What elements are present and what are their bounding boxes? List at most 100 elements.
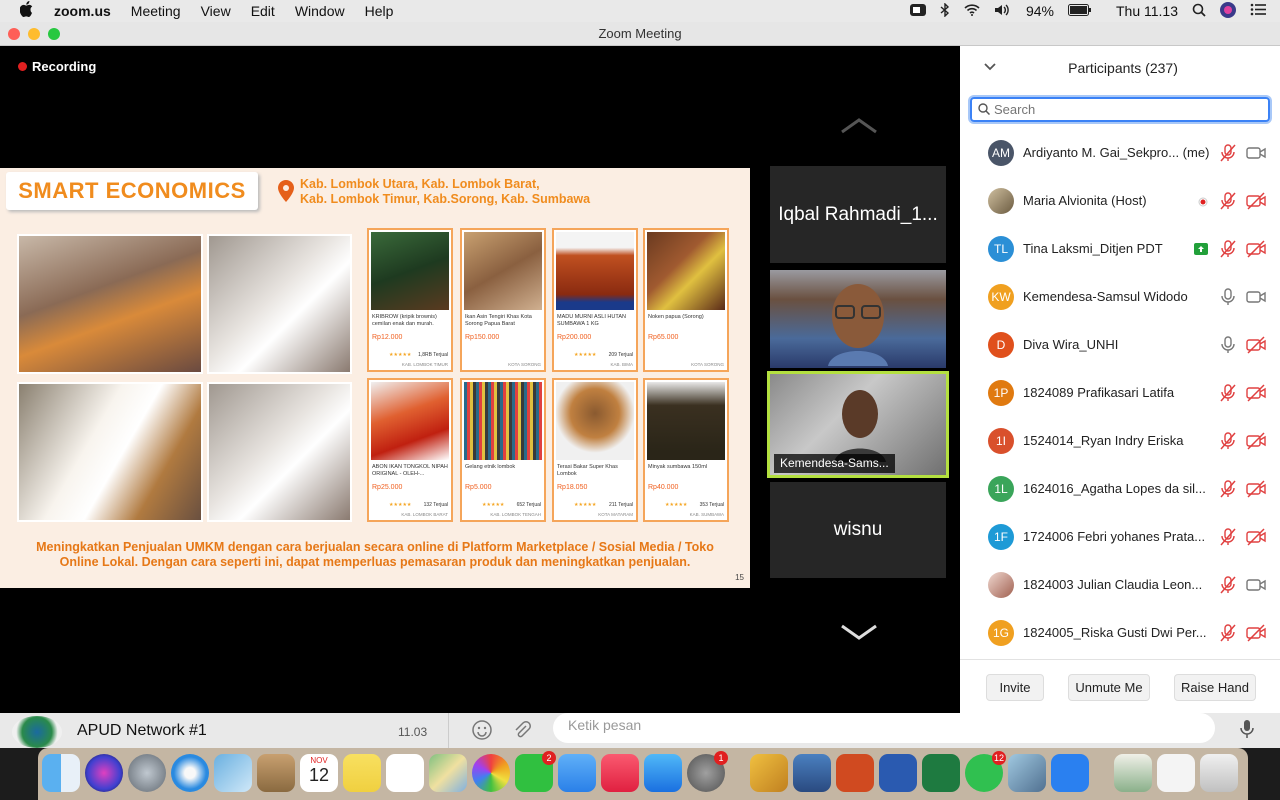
emoji-icon[interactable]: [472, 720, 492, 740]
menu-view[interactable]: View: [201, 3, 231, 19]
camera-off-icon[interactable]: [1246, 528, 1266, 546]
mic-muted-icon[interactable]: [1218, 240, 1238, 258]
scroll-down-arrow-icon[interactable]: [840, 624, 878, 640]
participant-row[interactable]: 1824003 Julian Claudia Leon...: [960, 562, 1280, 610]
participant-row[interactable]: D Diva Wira_UNHI: [960, 322, 1280, 370]
app-menu[interactable]: zoom.us: [54, 3, 111, 19]
battery-icon[interactable]: [1067, 3, 1092, 19]
camera-icon[interactable]: [1246, 576, 1266, 594]
facetime-icon[interactable]: 2: [515, 751, 556, 792]
mic-muted-icon[interactable]: [1218, 144, 1238, 162]
menu-edit[interactable]: Edit: [251, 3, 275, 19]
participant-row[interactable]: KW Kemendesa-Samsul Widodo: [960, 274, 1280, 322]
invite-button[interactable]: Invite: [986, 674, 1044, 701]
product-price: Rp25.000: [372, 484, 403, 491]
camera-off-icon[interactable]: [1246, 384, 1266, 402]
mic-muted-icon[interactable]: [1218, 384, 1238, 402]
messages-icon[interactable]: [558, 754, 596, 792]
maps-icon[interactable]: [429, 754, 467, 792]
mic-muted-icon[interactable]: [1218, 624, 1238, 642]
siri-app-icon[interactable]: [85, 754, 123, 792]
bluetooth-icon[interactable]: [940, 1, 950, 20]
mic-icon[interactable]: [1218, 336, 1238, 354]
preview-icon[interactable]: [1008, 754, 1046, 792]
clock[interactable]: Thu 11.13: [1116, 3, 1178, 19]
scroll-up-arrow-icon[interactable]: [840, 118, 878, 134]
video-tile-iqbal[interactable]: Iqbal Rahmadi_1...: [770, 166, 946, 263]
message-input[interactable]: Ketik pesan: [553, 713, 1215, 743]
downloads-stack-icon[interactable]: [1157, 754, 1195, 792]
product-price: Rp12.000: [372, 334, 403, 341]
participant-row[interactable]: TL Tina Laksmi_Ditjen PDT: [960, 226, 1280, 274]
participant-row[interactable]: 1L 1624016_Agatha Lopes da sil...: [960, 466, 1280, 514]
camera-off-icon[interactable]: [1246, 240, 1266, 258]
voice-message-icon[interactable]: [1240, 719, 1254, 739]
photos-icon[interactable]: [472, 754, 510, 792]
mic-muted-icon[interactable]: [1218, 480, 1238, 498]
screen-tool-icon[interactable]: [793, 754, 831, 792]
safari-icon[interactable]: [171, 754, 209, 792]
camera-icon[interactable]: [1246, 288, 1266, 306]
chat-name[interactable]: APUD Network #1: [77, 722, 207, 740]
music-icon[interactable]: [601, 754, 639, 792]
volume-icon[interactable]: [994, 3, 1012, 20]
participant-row[interactable]: 1P 1824089 Prafikasari Latifa: [960, 370, 1280, 418]
document-thumbnail-icon[interactable]: [1114, 754, 1152, 792]
camera-off-icon[interactable]: [1246, 432, 1266, 450]
mail-icon[interactable]: [214, 754, 252, 792]
contacts-icon[interactable]: [257, 754, 295, 792]
menu-meeting[interactable]: Meeting: [131, 3, 181, 19]
video-tile-camera[interactable]: [770, 270, 946, 368]
app-store-icon[interactable]: [644, 754, 682, 792]
participant-row[interactable]: 1F 1724006 Febri yohanes Prata...: [960, 514, 1280, 562]
participant-row[interactable]: 1I 1524014_Ryan Indry Eriska: [960, 418, 1280, 466]
wifi-icon[interactable]: [964, 3, 980, 19]
calendar-icon[interactable]: NOV 12: [300, 754, 338, 792]
unmute-me-button[interactable]: Unmute Me: [1068, 674, 1150, 701]
notes-icon[interactable]: [343, 754, 381, 792]
menu-help[interactable]: Help: [365, 3, 394, 19]
apple-menu-icon[interactable]: [19, 1, 36, 21]
zoom-window-button[interactable]: [48, 28, 60, 40]
minimize-window-button[interactable]: [28, 28, 40, 40]
participant-row[interactable]: Maria Alvionita (Host): [960, 178, 1280, 226]
menu-window[interactable]: Window: [295, 3, 345, 19]
camera-off-icon[interactable]: [1246, 480, 1266, 498]
video-tile-wisnu[interactable]: wisnu: [770, 482, 946, 578]
system-preferences-icon[interactable]: 1: [687, 751, 728, 792]
close-window-button[interactable]: [8, 28, 20, 40]
zoom-app-icon[interactable]: [1051, 754, 1089, 792]
search-input[interactable]: [994, 99, 1264, 120]
whatsapp-icon[interactable]: 12: [965, 751, 1006, 792]
mic-muted-icon[interactable]: [1218, 576, 1238, 594]
avatar: 1L: [988, 476, 1014, 502]
finder-icon[interactable]: [42, 754, 80, 792]
participant-name: Tina Laksmi_Ditjen PDT: [1023, 241, 1163, 256]
mic-muted-icon[interactable]: [1218, 528, 1238, 546]
video-tile-active-speaker[interactable]: Kemendesa-Sams...: [767, 371, 949, 478]
spotlight-icon[interactable]: [1192, 3, 1206, 20]
notification-center-icon[interactable]: [1250, 3, 1266, 19]
mic-muted-icon[interactable]: [1218, 192, 1238, 210]
attachment-icon[interactable]: [512, 720, 532, 740]
reminders-icon[interactable]: [386, 754, 424, 792]
camera-off-icon[interactable]: [1246, 624, 1266, 642]
word-icon[interactable]: [879, 754, 917, 792]
mic-muted-icon[interactable]: [1218, 432, 1238, 450]
mic-icon[interactable]: [1218, 288, 1238, 306]
camera-icon[interactable]: [1246, 144, 1266, 162]
raise-hand-button[interactable]: Raise Hand: [1174, 674, 1256, 701]
siri-icon[interactable]: [1220, 1, 1236, 21]
excel-icon[interactable]: [922, 754, 960, 792]
camera-off-icon[interactable]: [1246, 192, 1266, 210]
trash-icon[interactable]: [1200, 754, 1238, 792]
zoom-status-icon[interactable]: [909, 3, 926, 20]
participant-actions: Invite Unmute Me Raise Hand: [960, 659, 1280, 713]
participant-row[interactable]: 1G 1824005_Riska Gusti Dwi Per...: [960, 610, 1280, 658]
camera-off-icon[interactable]: [1246, 336, 1266, 354]
powerpoint-icon[interactable]: [836, 754, 874, 792]
launchpad-icon[interactable]: [128, 754, 166, 792]
recording-indicator[interactable]: Recording: [18, 59, 96, 74]
participant-row[interactable]: AM Ardiyanto M. Gai_Sekpro... (me): [960, 130, 1280, 178]
scissors-tool-icon[interactable]: [750, 754, 788, 792]
